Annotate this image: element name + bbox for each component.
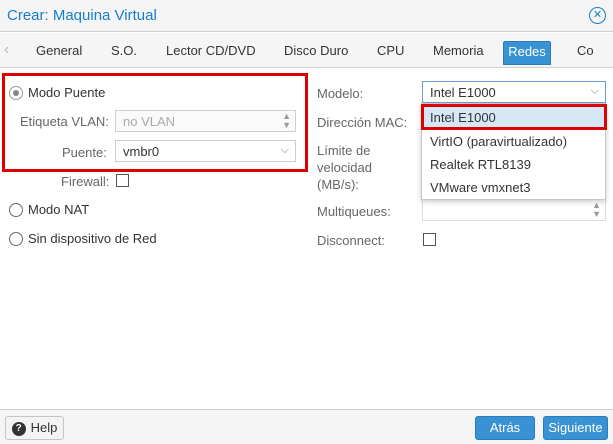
model-label: Modelo: — [317, 86, 364, 101]
help-label: Help — [30, 420, 58, 435]
firewall-checkbox[interactable] — [116, 174, 129, 187]
highlight-box-option — [421, 104, 607, 130]
tab-general[interactable]: General — [29, 41, 89, 65]
dialog-footer: ? Help Atrás Siguiente — [0, 409, 613, 444]
tab-cpu[interactable]: CPU — [370, 41, 411, 65]
multiqueues-input[interactable]: ▲ ▼ — [422, 199, 606, 221]
tab-cd-dvd[interactable]: Lector CD/DVD — [159, 41, 263, 65]
nat-mode-radio[interactable] — [9, 203, 23, 217]
dropdown-option[interactable]: VirtIO (paravirtualizado) — [422, 130, 605, 153]
window-titlebar: Crear: Maquina Virtual ✕ — [0, 0, 613, 32]
highlight-box-bridge — [2, 73, 308, 172]
back-button[interactable]: Atrás — [475, 416, 535, 440]
tab-bar: ‹ General S.O. Lector CD/DVD Disco Duro … — [0, 33, 613, 68]
firewall-label: Firewall: — [61, 174, 110, 189]
tab-memory[interactable]: Memoria — [426, 41, 491, 65]
model-value: Intel E1000 — [430, 85, 496, 100]
multiqueues-label: Multiqueues: — [317, 204, 391, 219]
rate-label-line1: Límite de — [317, 143, 371, 158]
tab-os[interactable]: S.O. — [104, 41, 144, 65]
window-title: Crear: Maquina Virtual — [7, 7, 157, 24]
tab-disk[interactable]: Disco Duro — [277, 41, 355, 65]
nat-mode-label: Modo NAT — [28, 202, 90, 217]
disconnect-label: Disconnect: — [317, 233, 385, 248]
tab-more[interactable]: Co — [570, 41, 601, 65]
no-device-radio[interactable] — [9, 232, 23, 246]
no-device-label: Sin dispositivo de Red — [28, 231, 157, 246]
help-button[interactable]: ? Help — [5, 416, 64, 440]
chevron-down-icon[interactable]: ⌵ — [591, 85, 599, 98]
chevron-left-icon[interactable]: ‹ — [4, 41, 9, 59]
help-icon: ? — [11, 421, 26, 436]
dropdown-option[interactable]: Realtek RTL8139 — [422, 153, 605, 176]
dropdown-option[interactable]: VMware vmxnet3 — [422, 176, 605, 199]
close-icon[interactable]: ✕ — [589, 7, 606, 24]
disconnect-checkbox[interactable] — [423, 233, 436, 246]
tab-network[interactable]: Redes — [503, 41, 551, 65]
next-button[interactable]: Siguiente — [543, 416, 608, 440]
spinner-icon[interactable]: ▲ ▼ — [592, 201, 601, 219]
rate-label-line3: (MB/s): — [317, 177, 359, 192]
mac-label: Dirección MAC: — [317, 115, 408, 130]
rate-label-line2: velocidad — [317, 160, 372, 175]
model-select[interactable]: Intel E1000 ⌵ — [422, 81, 606, 103]
